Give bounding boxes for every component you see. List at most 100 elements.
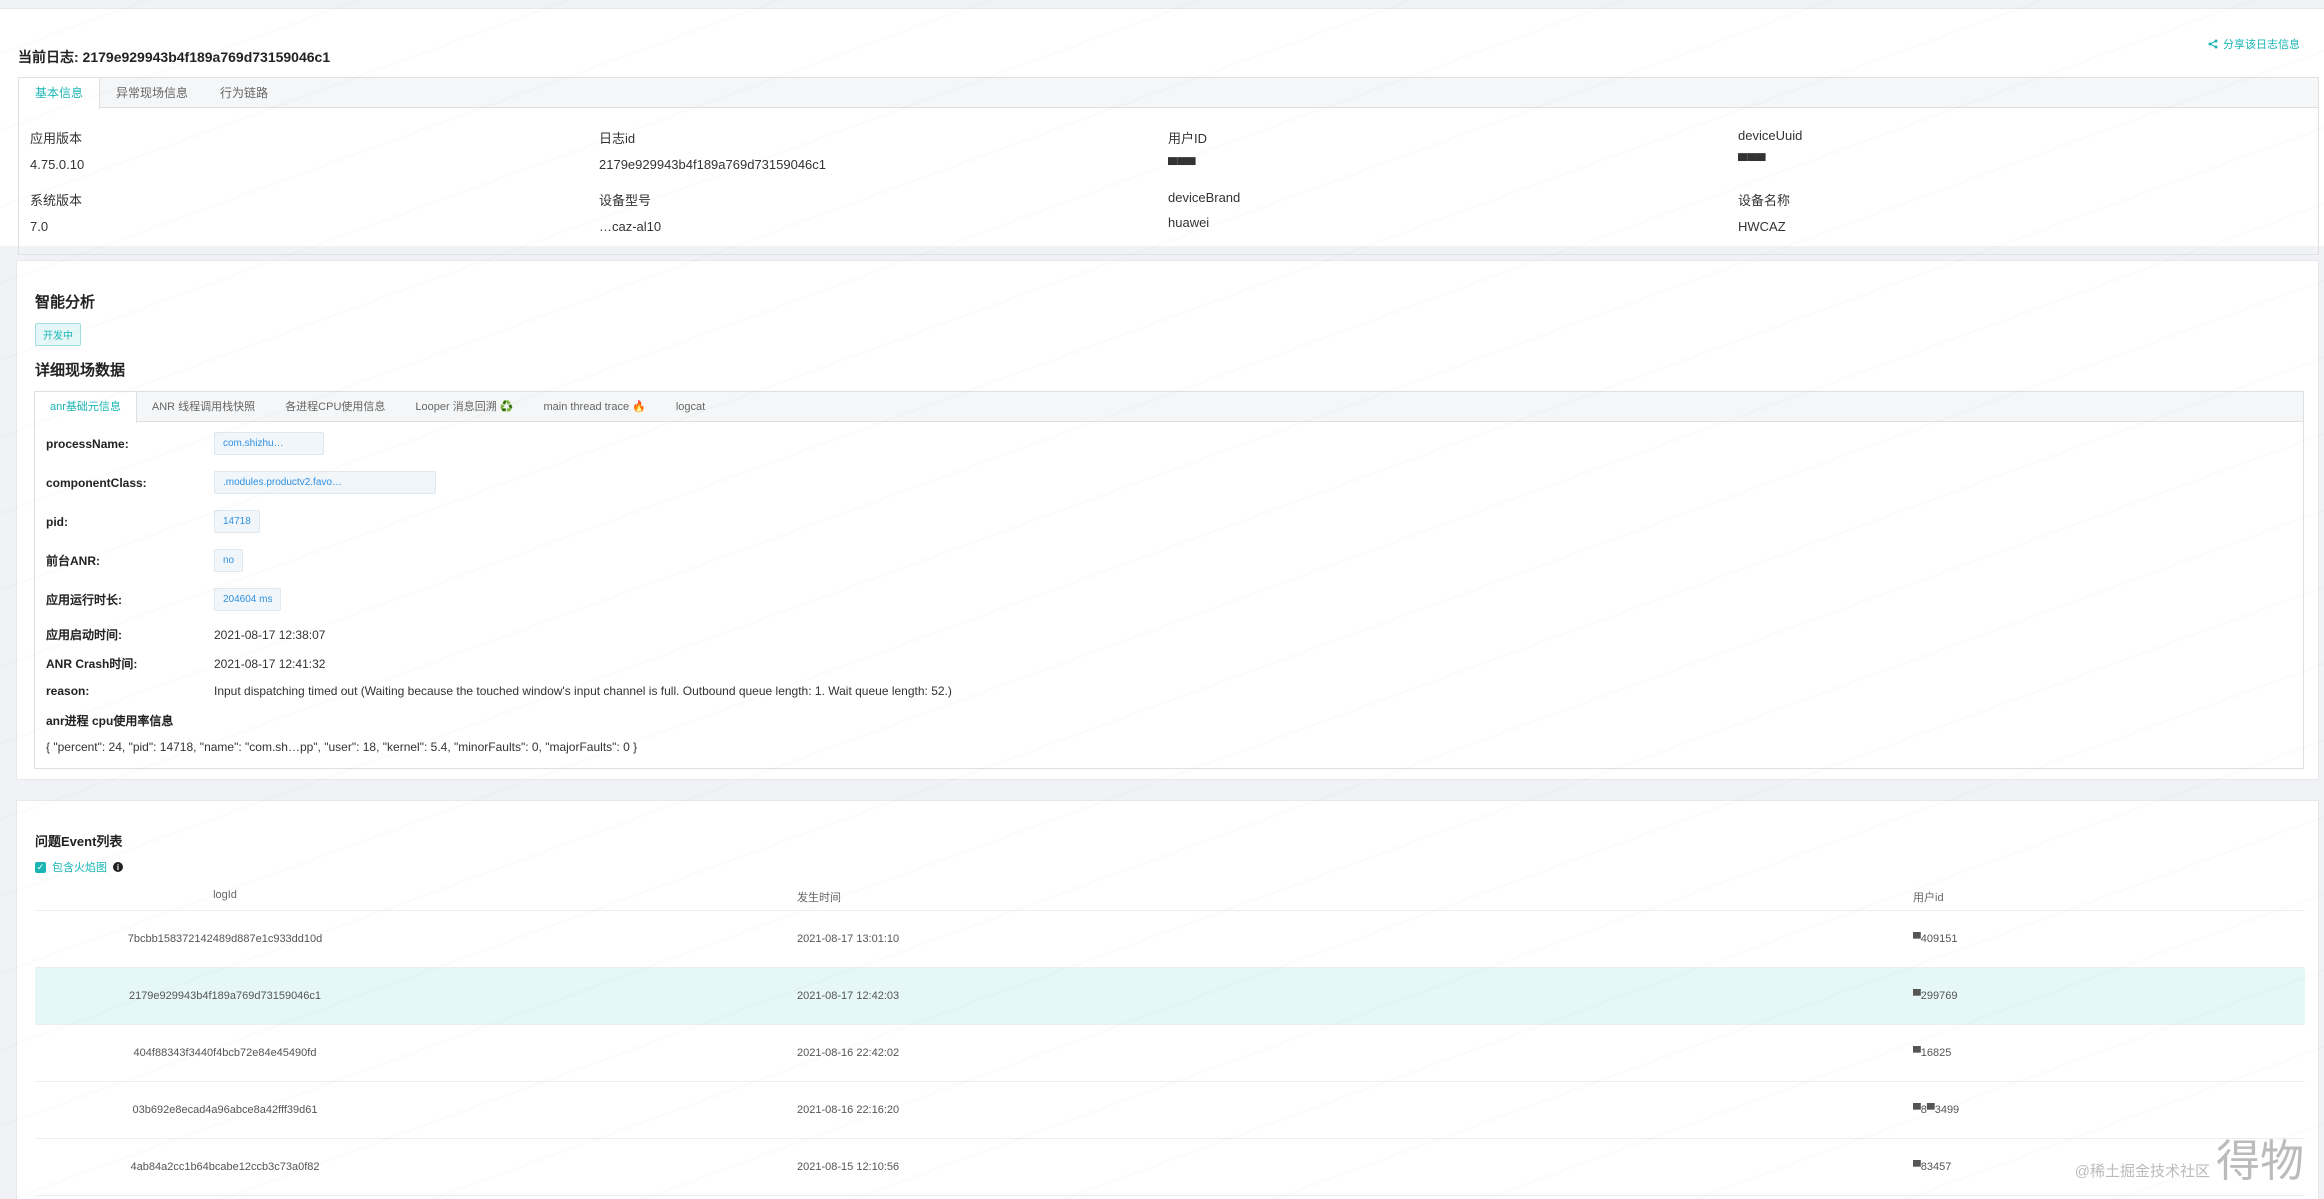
- kv-value: Input dispatching timed out (Waiting bec…: [214, 684, 952, 698]
- kv-chip: no: [214, 549, 244, 572]
- info-label: 设备名称: [1738, 193, 1791, 208]
- tab-anr-meta[interactable]: anr基础元信息: [35, 392, 137, 423]
- cell-userid: ▀8▀3499: [1913, 1104, 1960, 1116]
- share-icon: [2208, 39, 2218, 49]
- kv-value: 2021-08-17 12:41:32: [214, 656, 326, 671]
- cell-logid: 7bcbb158372142489d887e1c933dd10d: [127, 933, 323, 945]
- info-label: 日志id: [599, 131, 636, 146]
- analysis-card: 智能分析 开发中 详细现场数据 anr基础元信息 ANR 线程调用栈快照 各进程…: [16, 260, 2319, 780]
- event-list-title: 问题Event列表: [35, 834, 123, 849]
- col-header-logid[interactable]: logId: [35, 889, 415, 901]
- tab-behavior-chain[interactable]: 行为链路: [204, 78, 284, 108]
- cell-time: 2021-08-17 13:01:10: [797, 933, 900, 945]
- analysis-title: 智能分析: [35, 294, 96, 311]
- cpu-usage-json: { "percent": 24, "pid": 14718, "name": "…: [46, 740, 638, 754]
- kv-key: processName:: [46, 436, 129, 451]
- checkbox-checked-icon[interactable]: ✓: [35, 861, 46, 873]
- flamegraph-checkbox-row[interactable]: ✓ 包含火焰图 i: [35, 859, 123, 875]
- tab-exception-scene[interactable]: 异常现场信息: [100, 78, 204, 108]
- kv-value: 2021-08-17 12:38:07: [214, 627, 326, 642]
- kv-start-time: 应用启动时间: 2021-08-17 12:38:07: [46, 626, 325, 643]
- info-label: 设备型号: [599, 193, 652, 208]
- detail-title: 详细现场数据: [35, 362, 126, 379]
- current-log-title: 当前日志: 2179e929943b4f189a769d73159046c1: [18, 49, 331, 65]
- kv-key: pid:: [46, 514, 68, 529]
- share-log-label: 分享该日志信息: [2223, 39, 2300, 51]
- tab-basic-info[interactable]: 基本信息: [19, 78, 101, 109]
- info-label: 系统版本: [30, 193, 83, 208]
- basic-tabbar: 基本信息 异常现场信息 行为链路: [19, 78, 2318, 109]
- col-header-time[interactable]: 发生时间: [797, 889, 841, 905]
- kv-key: reason:: [46, 684, 90, 698]
- table-row-selected[interactable]: 2179e929943b4f189a769d73159046c1 2021-08…: [35, 968, 2305, 1025]
- info-device-name: 设备名称 HWCAZ: [1738, 190, 1790, 234]
- table-row[interactable]: 4ab84a2cc1b64bcabe12ccb3c73a0f82 2021-08…: [35, 1139, 2305, 1196]
- kv-key: 应用启动时间:: [46, 628, 122, 642]
- kv-chip: .modules.productv2.favo…: [214, 471, 436, 494]
- cell-userid: ▀409151: [1913, 933, 1958, 945]
- info-app-version: 应用版本 4.75.0.10: [30, 128, 84, 172]
- cell-time: 2021-08-15 12:10:56: [797, 1161, 900, 1173]
- kv-crash-time: ANR Crash时间: 2021-08-17 12:41:32: [46, 655, 325, 672]
- footer-brand-logo: 得物: [2216, 1137, 2304, 1186]
- cell-logid: 404f88343f3440f4bcb72e84e45490fd: [133, 1047, 317, 1059]
- basic-info-panel: 基本信息 异常现场信息 行为链路 应用版本 4.75.0.10 日志id 217…: [18, 77, 2319, 255]
- cell-time: 2021-08-17 12:42:03: [797, 990, 900, 1002]
- footer-watermark: @稀土掘金技术社区 得物: [2075, 1125, 2304, 1189]
- info-value: huawei: [1168, 215, 1210, 230]
- log-overview-card: 当前日志: 2179e929943b4f189a769d73159046c1 分…: [0, 8, 2324, 255]
- event-list-card: 问题Event列表 ✓ 包含火焰图 i logId 发生时间 用户id 7bcb…: [16, 800, 2319, 1199]
- event-table: logId 发生时间 用户id 7bcbb158372142489d887e1c…: [35, 881, 2305, 1196]
- kv-key: componentClass:: [46, 475, 147, 490]
- info-value: ▀▀▀: [1738, 153, 1766, 168]
- cell-time: 2021-08-16 22:42:02: [797, 1047, 900, 1059]
- info-value: HWCAZ: [1738, 219, 1786, 234]
- table-row[interactable]: 03b692e8ecad4a96abce8a42fff39d61 2021-08…: [35, 1082, 2305, 1139]
- info-device-model: 设备型号 …caz-al10: [599, 190, 661, 234]
- tab-anr-stack[interactable]: ANR 线程调用栈快照: [137, 392, 270, 421]
- tab-cpu-usage[interactable]: 各进程CPU使用信息: [270, 392, 400, 421]
- cell-userid: ▀16825: [1913, 1047, 1952, 1059]
- checkbox-label[interactable]: 包含火焰图: [52, 859, 107, 875]
- table-row[interactable]: 404f88343f3440f4bcb72e84e45490fd 2021-08…: [35, 1025, 2305, 1082]
- kv-key: ANR Crash时间:: [46, 657, 138, 671]
- tab-main-thread-trace[interactable]: main thread trace 🔥: [528, 392, 660, 421]
- tab-looper-history[interactable]: Looper 消息回溯 ♻️: [400, 392, 528, 421]
- info-device-brand: deviceBrand huawei: [1168, 190, 1240, 230]
- info-label: deviceBrand: [1168, 190, 1241, 205]
- info-label: 用户ID: [1168, 131, 1208, 146]
- kv-chip: 14718: [214, 510, 260, 533]
- kv-pid: pid: 14718: [46, 510, 260, 533]
- info-value: ▀▀▀: [1168, 157, 1196, 172]
- cell-time: 2021-08-16 22:16:20: [797, 1104, 900, 1116]
- share-log-button[interactable]: 分享该日志信息: [2208, 36, 2300, 52]
- cpu-usage-title: anr进程 cpu使用率信息: [46, 714, 174, 728]
- info-value: 2179e929943b4f189a769d73159046c1: [599, 157, 827, 172]
- info-label: deviceUuid: [1738, 128, 1803, 143]
- info-log-id: 日志id 2179e929943b4f189a769d73159046c1: [599, 128, 826, 172]
- cell-logid: 2179e929943b4f189a769d73159046c1: [128, 990, 322, 1002]
- kv-key: 应用运行时长:: [46, 593, 122, 607]
- detail-panel: anr基础元信息 ANR 线程调用栈快照 各进程CPU使用信息 Looper 消…: [34, 391, 2304, 769]
- info-value: 4.75.0.10: [30, 157, 85, 172]
- info-value: 7.0: [30, 219, 49, 234]
- kv-chip: com.shizhu…: [214, 432, 324, 455]
- footer-credit: @稀土掘金技术社区: [2074, 1163, 2210, 1180]
- kv-chip: 204604 ms: [214, 588, 282, 611]
- col-header-userid[interactable]: 用户id: [1913, 889, 1944, 905]
- cell-logid: 03b692e8ecad4a96abce8a42fff39d61: [132, 1104, 318, 1116]
- info-icon[interactable]: i: [113, 862, 123, 872]
- tab-logcat[interactable]: logcat: [661, 392, 720, 421]
- table-row[interactable]: 7bcbb158372142489d887e1c933dd10d 2021-08…: [35, 911, 2305, 968]
- status-badge: 开发中: [35, 323, 81, 346]
- kv-component-class: componentClass: .modules.productv2.favo…: [46, 471, 436, 494]
- cell-userid: ▀83457: [1913, 1161, 1952, 1173]
- kv-key: 前台ANR:: [46, 554, 100, 568]
- info-label: 应用版本: [30, 131, 83, 146]
- info-value: …caz-al10: [599, 219, 662, 234]
- info-device-uuid: deviceUuid ▀▀▀: [1738, 128, 1802, 168]
- info-os-version: 系统版本 7.0: [30, 190, 82, 234]
- kv-reason: reason: Input dispatching timed out (Wai…: [46, 684, 952, 698]
- detail-tabbar: anr基础元信息 ANR 线程调用栈快照 各进程CPU使用信息 Looper 消…: [35, 392, 2303, 423]
- kv-foreground-anr: 前台ANR: no: [46, 549, 244, 572]
